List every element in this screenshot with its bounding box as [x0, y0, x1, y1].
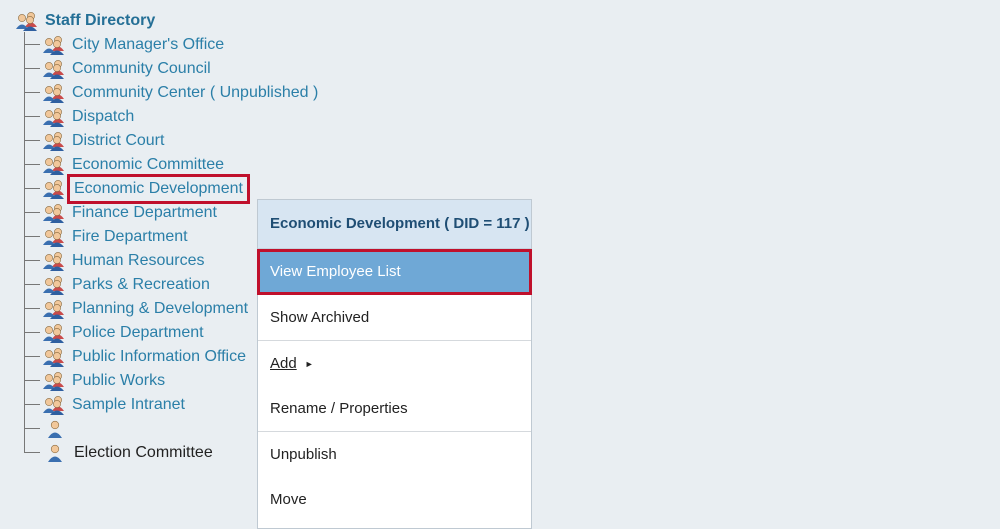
tree-item-label[interactable]: Public Information Office — [72, 347, 246, 367]
tree-item-fire-department[interactable]: Fire Department — [42, 225, 188, 249]
tree-item-label[interactable]: Fire Department — [72, 227, 188, 247]
tree-branch-line — [24, 356, 40, 357]
tree-branch-line — [24, 212, 40, 213]
add-menu-item[interactable]: Add ► — [258, 341, 531, 386]
tree-branch-line — [24, 68, 40, 69]
tree-item-planning-development[interactable]: Planning & Development — [42, 297, 248, 321]
tree-item-public-information-office[interactable]: Public Information Office — [42, 345, 246, 369]
tree-branch-line — [24, 260, 40, 261]
group-icon — [42, 155, 65, 175]
group-icon — [42, 107, 65, 127]
tree-item-city-manager-s-office[interactable]: City Manager's Office — [42, 33, 224, 57]
tree-branch-line — [24, 428, 40, 429]
group-icon — [42, 347, 65, 367]
group-icon — [42, 179, 65, 199]
context-menu-header: Economic Development ( DID = 117 ) — [258, 200, 531, 249]
tree-branch-line — [24, 236, 40, 237]
tree-item-label[interactable]: Election Committee — [74, 443, 213, 463]
tree-branch-line — [24, 116, 40, 117]
group-icon — [42, 299, 65, 319]
tree-item-label[interactable]: District Court — [72, 131, 164, 151]
person-icon — [47, 444, 63, 463]
tree-item-economic-development[interactable]: Economic Development — [42, 174, 250, 204]
tree-root-label[interactable]: Staff Directory — [45, 11, 155, 31]
tree-trunk-line — [24, 32, 25, 453]
group-icon — [42, 323, 65, 343]
show-archived-menu-item[interactable]: Show Archived — [258, 295, 531, 340]
group-icon — [42, 371, 65, 391]
group-icon — [42, 83, 65, 103]
tree-item-label[interactable]: Economic Development — [67, 174, 250, 204]
tree-item-parks-recreation[interactable]: Parks & Recreation — [42, 273, 210, 297]
tree-item-label[interactable]: Parks & Recreation — [72, 275, 210, 295]
group-icon — [42, 251, 65, 271]
tree-item-unnamed[interactable] — [46, 417, 70, 441]
tree-item-label[interactable]: Finance Department — [72, 203, 217, 223]
tree-item-election-committee[interactable]: Election Committee — [46, 441, 213, 465]
context-menu: Economic Development ( DID = 117 ) View … — [257, 199, 532, 529]
tree-branch-line — [24, 140, 40, 141]
group-icon — [42, 227, 65, 247]
tree-item-finance-department[interactable]: Finance Department — [42, 201, 217, 225]
tree-item-label[interactable]: Community Council — [72, 59, 211, 79]
tree-item-sample-intranet[interactable]: Sample Intranet — [42, 393, 185, 417]
add-menu-label: Add — [270, 355, 297, 372]
move-menu-item[interactable]: Move — [258, 477, 531, 522]
tree-item-label[interactable]: City Manager's Office — [72, 35, 224, 55]
tree-item-label[interactable]: Dispatch — [72, 107, 134, 127]
tree-item-label[interactable]: Human Resources — [72, 251, 205, 271]
tree-item-label[interactable]: Community Center ( Unpublished ) — [72, 83, 318, 103]
group-icon — [42, 131, 65, 151]
tree-item-public-works[interactable]: Public Works — [42, 369, 165, 393]
group-icon — [42, 59, 65, 79]
unpublish-menu-item[interactable]: Unpublish — [258, 432, 531, 477]
rename-properties-menu-item[interactable]: Rename / Properties — [258, 386, 531, 431]
tree-branch-line — [24, 92, 40, 93]
tree-branch-line — [24, 188, 40, 189]
tree-branch-line — [24, 452, 40, 453]
tree-item-label[interactable]: Police Department — [72, 323, 204, 343]
tree-item-economic-committee[interactable]: Economic Committee — [42, 153, 224, 177]
tree-item-human-resources[interactable]: Human Resources — [42, 249, 205, 273]
tree-item-label[interactable]: Economic Committee — [72, 155, 224, 175]
group-icon — [42, 395, 65, 415]
tree-branch-line — [24, 284, 40, 285]
tree-branch-line — [24, 164, 40, 165]
tree-branch-line — [24, 332, 40, 333]
tree-item-dispatch[interactable]: Dispatch — [42, 105, 134, 129]
group-icon — [42, 203, 65, 223]
group-icon — [15, 11, 38, 31]
staff-directory-tree: Staff Directory City Manager's Office Com… — [0, 0, 318, 515]
tree-root-staff-directory[interactable]: Staff Directory — [15, 9, 155, 33]
group-icon — [42, 275, 65, 295]
tree-item-district-court[interactable]: District Court — [42, 129, 164, 153]
tree-branch-line — [24, 308, 40, 309]
tree-item-community-center-unpublished[interactable]: Community Center ( Unpublished ) — [42, 81, 318, 105]
tree-item-label[interactable]: Sample Intranet — [72, 395, 185, 415]
submenu-arrow-icon: ► — [304, 358, 314, 369]
tree-item-community-council[interactable]: Community Council — [42, 57, 211, 81]
tree-item-label[interactable]: Public Works — [72, 371, 165, 391]
view-employee-list-menu-item[interactable]: View Employee List — [257, 249, 532, 295]
tree-item-label[interactable]: Planning & Development — [72, 299, 248, 319]
tree-item-police-department[interactable]: Police Department — [42, 321, 204, 345]
tree-branch-line — [24, 380, 40, 381]
tree-branch-line — [24, 404, 40, 405]
group-icon — [42, 35, 65, 55]
person-icon — [47, 420, 63, 439]
tree-branch-line — [24, 44, 40, 45]
